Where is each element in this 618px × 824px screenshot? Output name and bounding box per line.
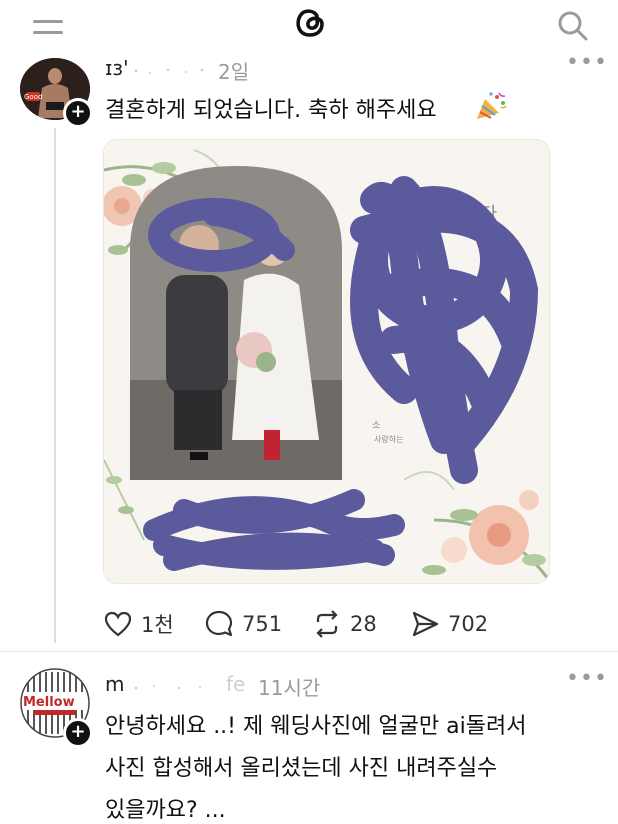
menu-icon[interactable] (33, 14, 63, 40)
repost-button[interactable]: 28 (312, 606, 377, 642)
like-button[interactable]: 1천 (103, 606, 174, 642)
comment-text-line-2: 사진 합성해서 올리셨는데 사진 내려주실수 (105, 756, 498, 781)
card-small-text-1: 소 (372, 420, 380, 431)
reply-button[interactable]: 751 (204, 606, 282, 642)
share-button[interactable]: 702 (410, 606, 488, 642)
comment-timestamp: 11시간 (258, 676, 321, 700)
threads-logo-icon[interactable] (290, 2, 330, 42)
repost-count: 28 (350, 612, 377, 636)
share-count: 702 (448, 612, 489, 636)
heart-icon (104, 611, 132, 637)
avatar-text: Good (24, 93, 42, 101)
comment-username[interactable]: m (105, 672, 124, 696)
reply-count: 751 (242, 612, 283, 636)
username-blur (128, 60, 210, 80)
post-username[interactable]: ɪз' (105, 56, 129, 80)
more-options-icon[interactable]: ••• (566, 666, 608, 691)
thread-line (54, 128, 56, 643)
follow-plus-icon[interactable]: + (63, 98, 93, 128)
post-image[interactable]: 니다 소 사랑하는 (103, 139, 550, 584)
comment-text-line-3: 있을까요? ... (105, 798, 226, 823)
more-options-icon[interactable]: ••• (566, 50, 608, 75)
comment-icon (205, 610, 233, 637)
share-icon (412, 611, 439, 637)
post-timestamp: 2일 (218, 60, 250, 84)
repost-icon (316, 610, 338, 638)
card-small-text-2: 사랑하는 (374, 434, 403, 444)
comment-text-line-1: 안녕하세요 ..! 제 웨딩사진에 얼굴만 ai돌려서 (105, 714, 527, 739)
comment-username-tail: fe (226, 672, 246, 696)
like-count: 1천 (141, 613, 174, 637)
follow-plus-icon[interactable]: + (63, 718, 93, 748)
party-popper-icon (473, 91, 507, 121)
username-blur (124, 676, 224, 696)
divider (0, 651, 618, 652)
post-text: 결혼하게 되었습니다. 축하 해주세요 (105, 98, 437, 123)
search-icon[interactable] (555, 8, 591, 44)
avatar-text: Mellow (23, 695, 75, 710)
